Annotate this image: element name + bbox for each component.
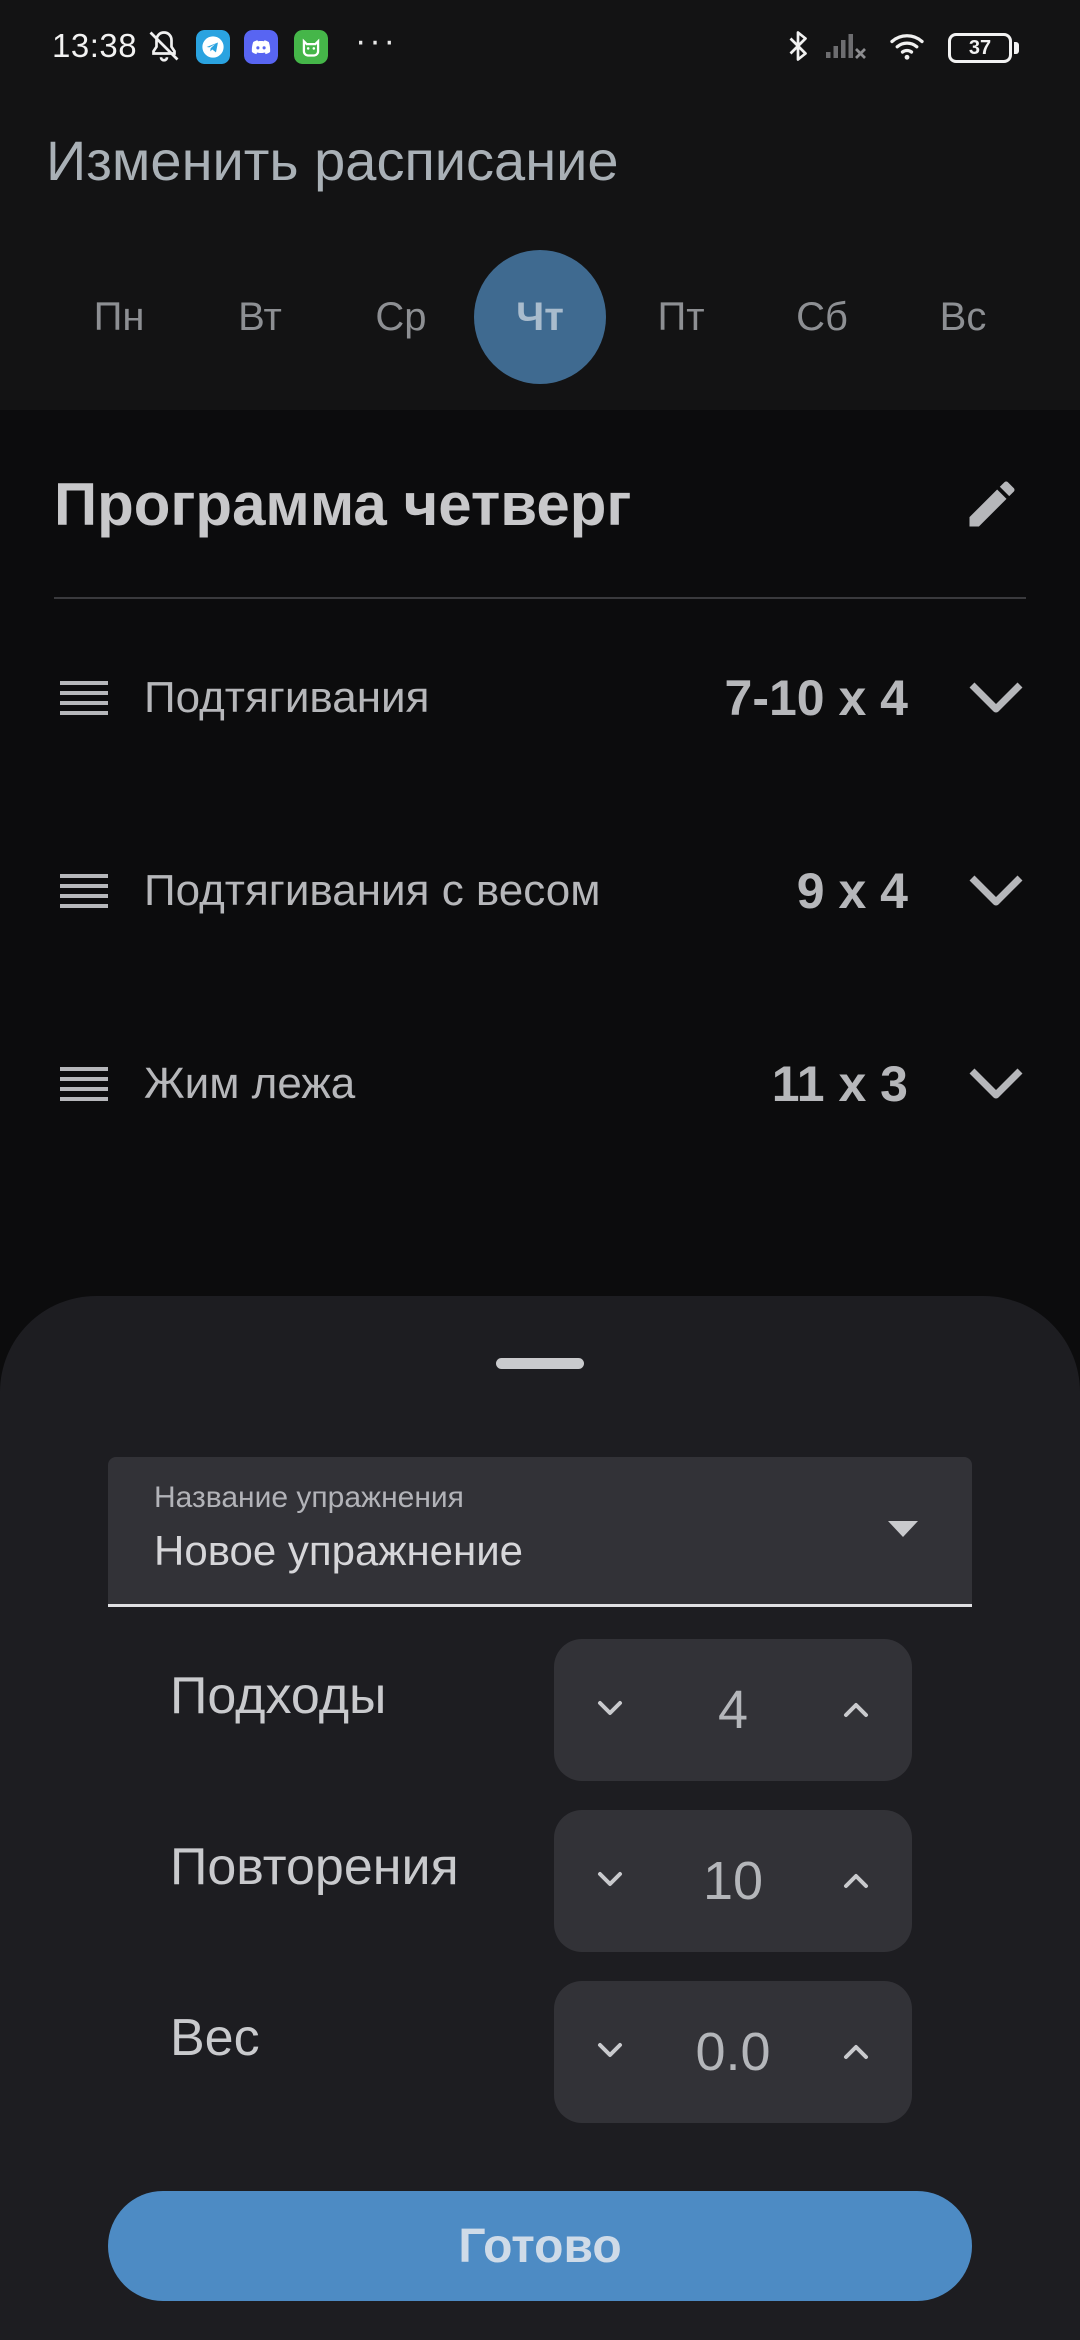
- exercise-row[interactable]: Подтягивания 7-10 x 4: [54, 645, 1026, 755]
- reps-label: Повторения: [170, 1838, 459, 1896]
- exercise-name-dropdown[interactable]: Название упражнения Новое упражнение: [108, 1457, 972, 1607]
- dropdown-value: Новое упражнение: [154, 1527, 524, 1574]
- increment-reps-icon[interactable]: [828, 1852, 884, 1908]
- exercise-name: Жим лежа: [144, 1059, 356, 1108]
- sets-stepper: 4: [554, 1639, 912, 1781]
- top-app-area: 13:38 ··· 37 Изменить расписание Пн Вт С…: [0, 0, 1080, 410]
- day-tab-mon[interactable]: Пн: [53, 250, 185, 384]
- decrement-sets-icon[interactable]: [582, 1681, 638, 1737]
- reps-stepper: 10: [554, 1810, 912, 1952]
- page-title: Изменить расписание: [46, 129, 619, 192]
- weight-stepper: 0.0: [554, 1981, 912, 2123]
- drag-handle-icon[interactable]: [60, 679, 108, 719]
- exercise-sets: 9 x 4: [796, 863, 908, 919]
- battery-icon: 37: [948, 33, 1012, 63]
- exercise-row[interactable]: Жим лежа 11 x 3: [54, 1031, 1026, 1141]
- bottom-sheet: Название упражнения Новое упражнение Под…: [0, 1296, 1080, 2340]
- day-tab-wed[interactable]: Ср: [335, 250, 467, 384]
- exercise-name: Подтягивания: [144, 673, 430, 722]
- sets-label: Подходы: [170, 1667, 387, 1725]
- drag-handle-icon[interactable]: [60, 872, 108, 912]
- sheet-drag-handle[interactable]: [496, 1358, 584, 1369]
- day-tab-sat[interactable]: Сб: [756, 250, 888, 384]
- chevron-down-icon[interactable]: [966, 673, 1026, 723]
- edit-icon[interactable]: [962, 474, 1022, 534]
- status-bar: 13:38 ··· 37: [0, 0, 1080, 96]
- more-notifications-icon: ···: [355, 22, 398, 60]
- telegram-icon: [196, 30, 230, 64]
- increment-sets-icon[interactable]: [828, 1681, 884, 1737]
- sets-value[interactable]: 4: [638, 1639, 828, 1781]
- weight-value[interactable]: 0.0: [638, 1981, 828, 2123]
- mute-bell-icon: [149, 31, 179, 62]
- day-selector: Пн Вт Ср Чт Пт Сб Вс: [0, 250, 1080, 384]
- exercise-sets: 11 x 3: [771, 1056, 908, 1112]
- day-tab-thu[interactable]: Чт: [474, 250, 606, 384]
- wifi-icon: [890, 34, 924, 60]
- chevron-down-icon[interactable]: [966, 1059, 1026, 1109]
- decrement-reps-icon[interactable]: [582, 1852, 638, 1908]
- status-time: 13:38: [52, 27, 138, 64]
- decrement-weight-icon[interactable]: [582, 2023, 638, 2079]
- day-tab-fri[interactable]: Пт: [615, 250, 747, 384]
- battery-tip: [1014, 42, 1019, 54]
- day-tab-sun[interactable]: Вс: [897, 250, 1029, 384]
- dropdown-label: Название упражнения: [154, 1481, 464, 1514]
- done-button[interactable]: Готово: [108, 2191, 972, 2301]
- cat-app-icon: [294, 30, 328, 64]
- weight-label: Вес: [170, 2009, 260, 2067]
- exercise-row[interactable]: Подтягивания с весом 9 x 4: [54, 838, 1026, 948]
- exercise-name: Подтягивания с весом: [144, 866, 601, 915]
- bluetooth-icon: [789, 31, 807, 61]
- drag-handle-icon[interactable]: [60, 1065, 108, 1105]
- divider: [54, 597, 1026, 599]
- day-tab-tue[interactable]: Вт: [194, 250, 326, 384]
- signal-icon: [826, 34, 866, 59]
- dropdown-arrow-icon: [888, 1521, 918, 1537]
- program-title: Программа четверг: [54, 471, 632, 538]
- reps-value[interactable]: 10: [638, 1810, 828, 1952]
- exercise-sets: 7-10 x 4: [724, 670, 908, 726]
- increment-weight-icon[interactable]: [828, 2023, 884, 2079]
- chevron-down-icon[interactable]: [966, 866, 1026, 916]
- discord-icon: [244, 30, 278, 64]
